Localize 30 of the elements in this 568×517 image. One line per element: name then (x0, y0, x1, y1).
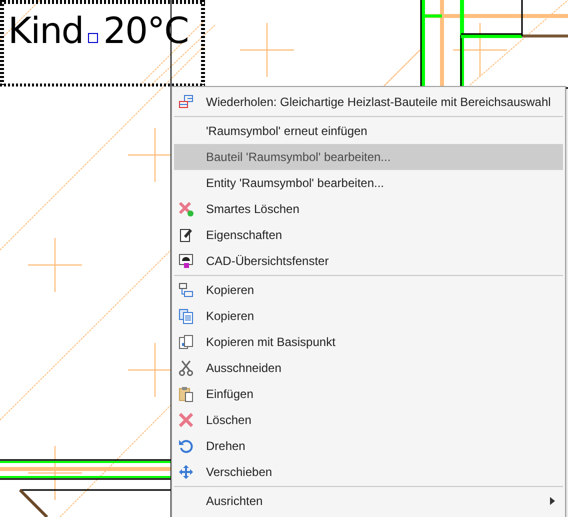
clipboard-icon (178, 386, 194, 402)
menu-item[interactable]: CAD-Übersichtsfenster (174, 248, 563, 274)
repeat-icon (178, 94, 194, 110)
menu-item[interactable]: Bauteil 'Raumsymbol' bearbeiten... (174, 144, 563, 170)
properties-icon (178, 227, 194, 243)
menu-item[interactable]: Einfügen (174, 381, 563, 407)
menu-item[interactable]: 'Raumsymbol' erneut einfügen (174, 118, 563, 144)
copy-icon (178, 282, 194, 298)
menu-item[interactable]: Kopieren mit Basispunkt (174, 329, 563, 355)
menu-item[interactable]: Verschieben (174, 459, 563, 485)
copy-icon (178, 334, 194, 350)
window-icon (178, 253, 194, 269)
menu-item[interactable]: Kopieren (174, 277, 563, 303)
delete-icon (178, 201, 194, 217)
room-name: Kind (8, 10, 84, 54)
menu-item[interactable]: Wiederholen: Gleichartige Heizlast-Bauteile mit Bereichsauswahl (174, 89, 563, 115)
menu-item[interactable]: Kopieren (174, 303, 563, 329)
delete-icon (178, 412, 194, 428)
menu-item[interactable]: Eigenschaften (174, 222, 563, 248)
scissors-icon (178, 360, 194, 376)
anchor-point-icon (88, 33, 98, 43)
menu-item[interactable]: Entity 'Raumsymbol' bearbeiten... (174, 170, 563, 196)
move-icon (178, 464, 194, 480)
rotate-icon (178, 438, 194, 454)
menu-item[interactable]: Smartes Löschen (174, 196, 563, 222)
menu-item[interactable]: Ausrichten (174, 488, 563, 514)
copy-icon (178, 308, 194, 324)
menu-item[interactable]: Ausschneiden (174, 355, 563, 381)
menu-item[interactable]: Löschen (174, 407, 563, 433)
menu-item[interactable]: Drehen (174, 433, 563, 459)
